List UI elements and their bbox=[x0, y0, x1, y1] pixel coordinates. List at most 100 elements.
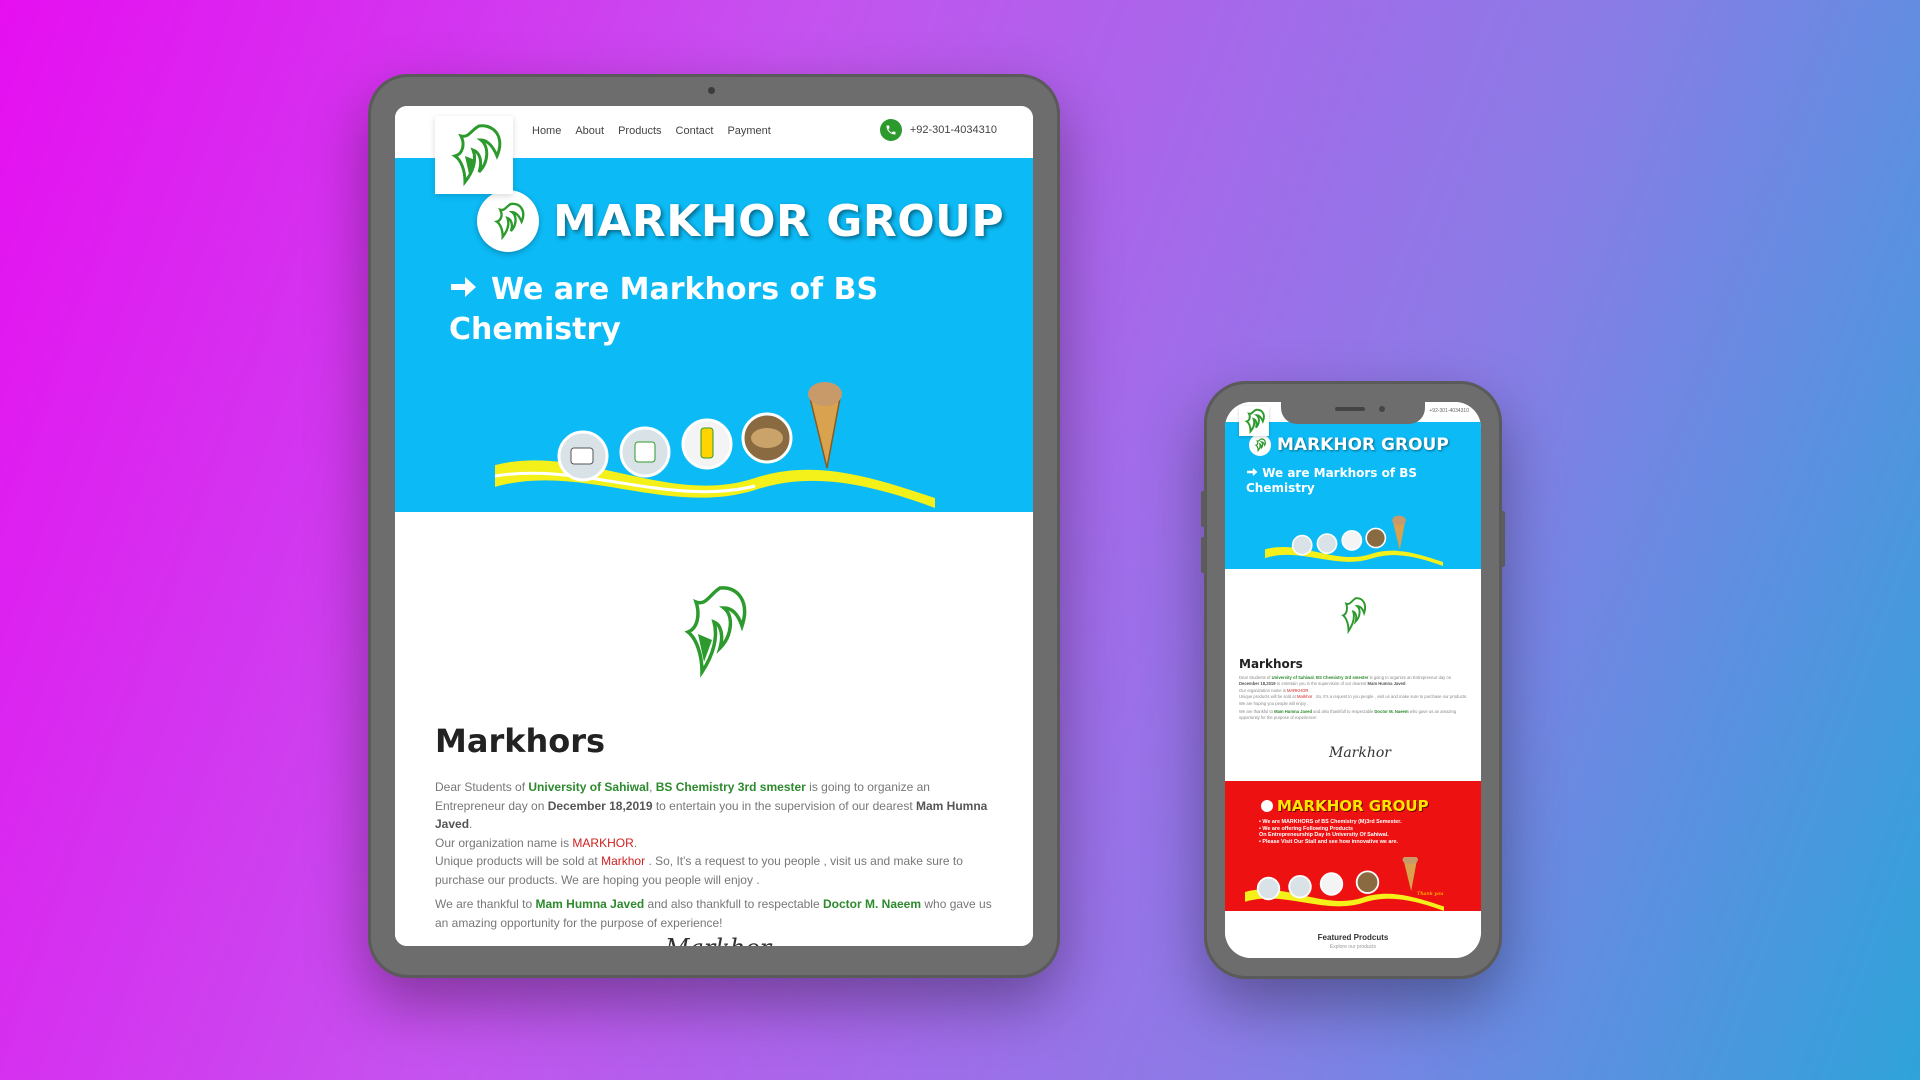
text: Our organization name is bbox=[1239, 687, 1287, 693]
link-supervisor[interactable]: Mam Humna Javed bbox=[536, 897, 645, 911]
mobile-site-logo[interactable] bbox=[1239, 406, 1269, 436]
nav-home[interactable]: Home bbox=[532, 125, 561, 137]
hero-products-illustration bbox=[1265, 515, 1443, 566]
banner-logo-icon bbox=[1261, 800, 1273, 812]
markhor-logo-icon bbox=[493, 202, 525, 241]
mobile-about: Markhors Dear Students of University of … bbox=[1225, 569, 1481, 781]
arrow-right-icon bbox=[449, 270, 477, 310]
front-camera bbox=[1379, 406, 1385, 412]
nav-products[interactable]: Products bbox=[618, 125, 661, 137]
phone-device: +92-301-4034310 MARKHOR GROUP We are Mar… bbox=[1201, 381, 1505, 979]
markhor-logo-icon bbox=[451, 124, 502, 187]
product-icecream-icon bbox=[808, 382, 842, 469]
text: . bbox=[469, 817, 473, 831]
banner-line: • We are MARKHORS of BS Chemistry (M)3rd… bbox=[1259, 819, 1402, 825]
text: Dear Students of bbox=[1239, 675, 1272, 680]
hero-heading: MARKHOR GROUP bbox=[477, 190, 1004, 252]
product-cup-icon bbox=[619, 426, 671, 478]
link-doctor[interactable]: Doctor M. Naeem bbox=[1374, 709, 1408, 714]
link-supervisor[interactable]: Mam Humna Javed bbox=[1274, 709, 1312, 714]
about-paragraph: Dear Students of University of Sahiwal, … bbox=[435, 778, 995, 889]
text: We are thankful to bbox=[435, 897, 536, 911]
mobile-hero: MARKHOR GROUP We are Markhors of BS Chem… bbox=[1225, 422, 1481, 569]
banner-line: On Entrepreneurship Day in University Of… bbox=[1259, 832, 1389, 839]
phone-number: +92-301-4034310 bbox=[909, 124, 997, 136]
hero-products-illustration bbox=[495, 382, 935, 508]
supervisor-name: Mam Humna Javed bbox=[1367, 681, 1406, 687]
signature: Markhor bbox=[1329, 745, 1391, 761]
phone-icon bbox=[879, 119, 902, 141]
link-university[interactable]: University of Sahiwal bbox=[528, 780, 649, 794]
text: Dear Students of bbox=[435, 780, 529, 794]
tablet-device: Home About Products Contact Payment +92-… bbox=[368, 74, 1060, 978]
nav-contact[interactable]: Contact bbox=[676, 125, 714, 137]
text: We are thankful to bbox=[1239, 709, 1275, 715]
text: to entertain you in the supervision of o… bbox=[652, 798, 916, 813]
banner-heading: MARKHOR GROUP bbox=[1261, 797, 1429, 815]
main-nav: Home About Products Contact Payment bbox=[532, 125, 771, 137]
about-section: Markhors Dear Students of University of … bbox=[395, 512, 1033, 946]
markhor-logo-icon bbox=[1341, 597, 1367, 635]
about-title: Markhors bbox=[435, 722, 606, 760]
text: is going to organize an Entrepreneur day… bbox=[1368, 675, 1452, 680]
link-department[interactable]: BS Chemistry 3rd smester bbox=[656, 780, 806, 794]
text: to entertain you in the supervision of o… bbox=[1275, 681, 1368, 687]
markhor-logo-icon bbox=[1244, 408, 1265, 435]
nav-payment[interactable]: Payment bbox=[727, 125, 770, 137]
text: and also thankfull to respectable bbox=[644, 897, 823, 911]
mobile-about-text: Dear Students of University of Sahiwal, … bbox=[1239, 675, 1469, 724]
hero-title: MARKHOR GROUP bbox=[553, 195, 1005, 247]
text: . bbox=[1308, 687, 1310, 693]
product-bottle-icon bbox=[681, 418, 733, 470]
mobile-hero-heading: MARKHOR GROUP bbox=[1249, 434, 1449, 456]
org-name: Markhor bbox=[601, 854, 646, 868]
mobile-hero-subtitle-text: We are Markhors of BS Chemistry bbox=[1246, 466, 1418, 495]
text: and also thankfull to respectable bbox=[1312, 709, 1375, 715]
event-date: December 18,2019 bbox=[547, 798, 653, 813]
text: , bbox=[649, 780, 656, 794]
hero-logo bbox=[1249, 434, 1271, 456]
hero-logo bbox=[477, 190, 539, 252]
org-name: Markhor bbox=[1296, 694, 1313, 700]
product-mug-icon bbox=[557, 430, 609, 482]
tablet-camera bbox=[708, 87, 715, 94]
about-paragraph: We are thankful to Mam Humna Javed and a… bbox=[435, 895, 995, 932]
link-university[interactable]: University of Sahiwal bbox=[1272, 675, 1314, 680]
banner-title: MARKHOR GROUP bbox=[1277, 797, 1429, 815]
promo-banner: MARKHOR GROUP • We are MARKHORS of BS Ch… bbox=[1225, 781, 1481, 911]
banner-products-illustration bbox=[1245, 857, 1444, 911]
text: . bbox=[633, 835, 638, 850]
mobile-hero-title: MARKHOR GROUP bbox=[1277, 435, 1449, 455]
about-paragraph: We are thankful to Mam Humna Javed and a… bbox=[1239, 709, 1469, 722]
phone-screen: +92-301-4034310 MARKHOR GROUP We are Mar… bbox=[1225, 402, 1481, 958]
volume-button bbox=[1201, 491, 1205, 527]
markhor-logo-icon bbox=[1254, 438, 1266, 453]
hero-subtitle-text: We are Markhors of BS Chemistry bbox=[449, 272, 879, 347]
org-name: MARKHOR bbox=[572, 835, 634, 850]
mobile-hero-subtitle: We are Markhors of BS Chemistry bbox=[1246, 466, 1446, 496]
hero-subtitle: We are Markhors of BS Chemistry bbox=[449, 270, 909, 350]
link-doctor[interactable]: Doctor M. Naeem bbox=[823, 897, 921, 911]
banner-thanks: Thank you bbox=[1417, 891, 1444, 897]
mobile-phone-number[interactable]: +92-301-4034310 bbox=[1429, 408, 1469, 414]
banner-text: • We are MARKHORS of BS Chemistry (M)3rd… bbox=[1259, 819, 1402, 845]
header-phone[interactable]: +92-301-4034310 bbox=[879, 119, 997, 141]
text: . bbox=[1405, 681, 1407, 687]
markhor-logo-icon bbox=[684, 586, 747, 678]
about-paragraph: Dear Students of University of Sahiwal, … bbox=[1239, 675, 1469, 707]
nav-about[interactable]: About bbox=[575, 125, 604, 137]
banner-line: • Please Visit Our Stall and see how inn… bbox=[1259, 838, 1399, 845]
hero-section: MARKHOR GROUP We are Markhors of BS Chem… bbox=[395, 158, 1033, 512]
volume-button bbox=[1201, 537, 1205, 573]
text: Unique products will be sold at bbox=[1239, 694, 1297, 700]
tablet-screen: Home About Products Contact Payment +92-… bbox=[395, 106, 1033, 946]
banner-line: • We are offering Following Products bbox=[1259, 825, 1354, 832]
arrow-right-icon bbox=[1247, 467, 1258, 477]
link-department[interactable]: BS Chemistry 3rd smester bbox=[1316, 675, 1368, 680]
site-logo[interactable] bbox=[435, 116, 513, 194]
mobile-about-title: Markhors bbox=[1239, 657, 1303, 671]
featured-products: Featured Prodcuts Explore our products bbox=[1225, 911, 1481, 958]
product-snack-icon bbox=[741, 412, 793, 464]
speaker bbox=[1335, 407, 1365, 411]
signature: Markhor bbox=[665, 934, 771, 946]
